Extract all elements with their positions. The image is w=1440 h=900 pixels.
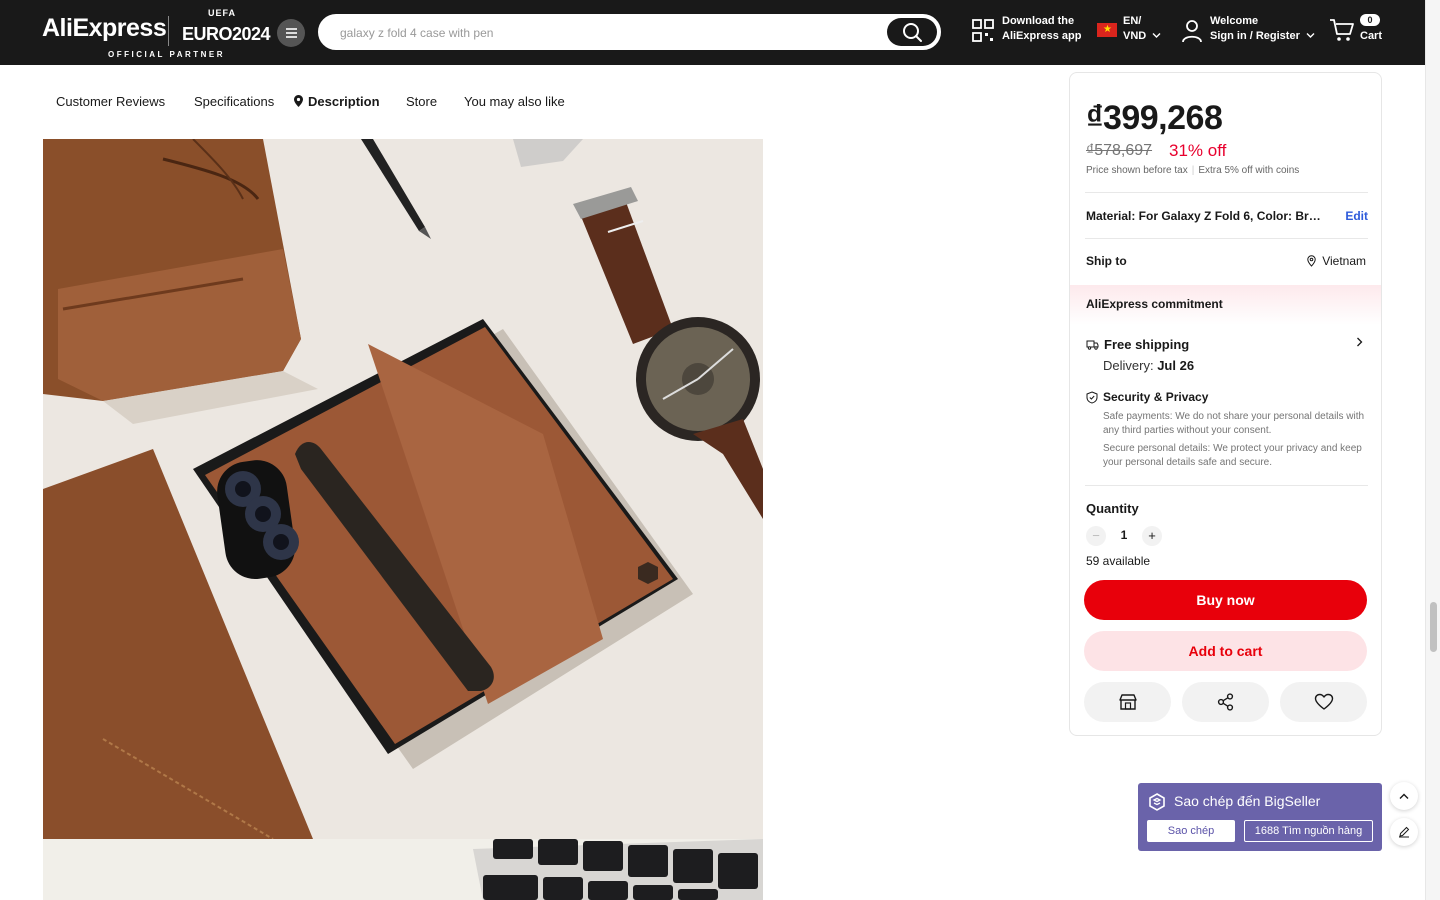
quantity-value[interactable]: 1 (1114, 528, 1134, 542)
tab-description[interactable]: Description (308, 94, 380, 109)
edit-sku-link[interactable]: Edit (1341, 209, 1368, 223)
aliexpress-logo[interactable]: AliExpress (42, 14, 167, 43)
delivery-date: Jul 26 (1157, 358, 1195, 373)
bigseller-source-button[interactable]: 1688 Tìm nguồn hàng (1244, 820, 1373, 842)
commitment-banner: AliExpress commitment (1070, 285, 1381, 325)
ship-to-label: Ship to (1086, 254, 1127, 268)
price-note: Price shown before tax | Extra 5% off with… (1086, 165, 1300, 176)
secure-details-text: Secure personal details: We protect your… (1103, 443, 1362, 468)
safe-payments-text: Safe payments: We do not share your pers… (1103, 411, 1365, 436)
tab-customer-reviews[interactable]: Customer Reviews (56, 94, 165, 109)
delivery-info: Delivery: Jul 26 (1103, 358, 1194, 373)
euro-text: EURO2024 (182, 24, 271, 44)
language-text: EN/ (1123, 15, 1142, 27)
bigseller-logo-icon (1149, 793, 1165, 811)
product-description-image (43, 139, 763, 839)
ship-to-country: Vietnam (1322, 254, 1366, 268)
cart-icon[interactable] (1329, 18, 1355, 42)
search-input[interactable] (340, 24, 880, 42)
uefa-text: UEFA (208, 8, 237, 18)
bigseller-copy-button[interactable]: Sao chép (1147, 820, 1235, 842)
account-menu[interactable]: Welcome Sign in / Register (1210, 14, 1315, 44)
chevron-down-icon (1152, 33, 1161, 38)
divider (1085, 192, 1368, 193)
category-menu-button[interactable] (277, 19, 305, 47)
quantity-decrease-button[interactable]: − (1086, 526, 1106, 546)
download-line1: Download the (1002, 15, 1075, 27)
page-scrollbar[interactable] (1425, 0, 1440, 900)
menu-icon (285, 32, 297, 34)
tab-specifications[interactable]: Specifications (194, 94, 274, 109)
tab-you-may-also-like[interactable]: You may also like (464, 94, 565, 109)
download-app-link[interactable]: Download the AliExpress app (1002, 14, 1081, 44)
security-title-text: Security & Privacy (1103, 390, 1209, 404)
sku-selection: Material: For Galaxy Z Fold 6, Color: Br… (1086, 209, 1368, 223)
wishlist-button[interactable] (1280, 682, 1367, 722)
shield-check-icon (1086, 390, 1098, 404)
official-partner-text: OFFICIAL PARTNER (108, 50, 226, 59)
sku-material-text: Material: For Galaxy Z Fold 6, Color: Br… (1086, 209, 1321, 223)
qr-code-icon (972, 19, 994, 42)
chevron-up-icon (1399, 793, 1409, 799)
add-to-cart-button[interactable]: Add to cart (1084, 631, 1367, 671)
tab-store[interactable]: Store (406, 94, 437, 109)
current-price: ₫399,268 (1086, 99, 1223, 137)
logo-divider (168, 16, 169, 46)
search-icon (903, 23, 922, 42)
ship-to-selector[interactable]: Vietnam (1307, 254, 1366, 268)
top-header: AliExpress UEFA EURO2024 OFFICIAL PARTNE… (0, 0, 1425, 65)
commitment-title: AliExpress commitment (1086, 297, 1223, 311)
buy-now-button[interactable]: Buy now (1084, 580, 1367, 620)
purchase-panel: ₫399,268 ₫578,697 31% off Price shown be… (1069, 72, 1382, 736)
tax-note: Price shown before tax (1086, 165, 1188, 176)
truck-icon (1086, 340, 1099, 350)
chevron-down-icon (1306, 33, 1315, 38)
bigseller-title: Sao chép đến BigSeller (1174, 793, 1321, 809)
heart-icon (1314, 693, 1333, 710)
free-shipping-label: Free shipping (1104, 337, 1190, 352)
welcome-text: Welcome (1210, 15, 1259, 27)
bigseller-widget: Sao chép đến BigSeller Sao chép 1688 Tìm… (1138, 783, 1382, 851)
coins-note: Extra 5% off with coins (1198, 165, 1300, 176)
chevron-right-icon[interactable] (1356, 337, 1363, 347)
discount-badge: 31% off (1169, 141, 1227, 160)
divider (1085, 485, 1368, 486)
share-button[interactable] (1182, 682, 1269, 722)
available-stock: 59 available (1086, 554, 1151, 568)
scrollbar-thumb[interactable] (1430, 602, 1437, 652)
location-pin-icon (1307, 255, 1316, 267)
language-currency-selector[interactable]: EN/ VND (1123, 14, 1161, 44)
store-icon (1118, 694, 1137, 710)
cart-label[interactable]: Cart (1360, 29, 1382, 44)
vietnam-flag-icon: ★ (1097, 23, 1117, 37)
original-price: ₫578,697 (1086, 142, 1153, 159)
currency-text: VND (1123, 30, 1147, 42)
location-pin-icon (294, 95, 303, 107)
quantity-increase-button[interactable]: + (1142, 526, 1162, 546)
divider (1085, 238, 1368, 239)
store-button[interactable] (1084, 682, 1171, 722)
free-shipping-row[interactable]: Free shipping (1086, 337, 1189, 352)
product-image-keyboard (43, 839, 763, 900)
search-button[interactable] (887, 18, 937, 46)
user-icon (1182, 20, 1202, 43)
scroll-to-top-button[interactable] (1390, 782, 1418, 810)
quantity-label: Quantity (1086, 501, 1139, 516)
search-bar (318, 14, 941, 50)
feedback-button[interactable] (1390, 818, 1418, 846)
pencil-icon (1399, 826, 1410, 838)
euro2024-partner-logo: UEFA EURO2024 (182, 8, 274, 48)
download-line2: AliExpress app (1002, 30, 1082, 42)
security-privacy-title: Security & Privacy (1086, 390, 1208, 404)
cart-count-badge: 0 (1360, 14, 1380, 26)
delivery-label: Delivery: (1103, 358, 1154, 373)
sign-in-register-link: Sign in / Register (1210, 30, 1300, 42)
share-icon (1217, 693, 1233, 711)
